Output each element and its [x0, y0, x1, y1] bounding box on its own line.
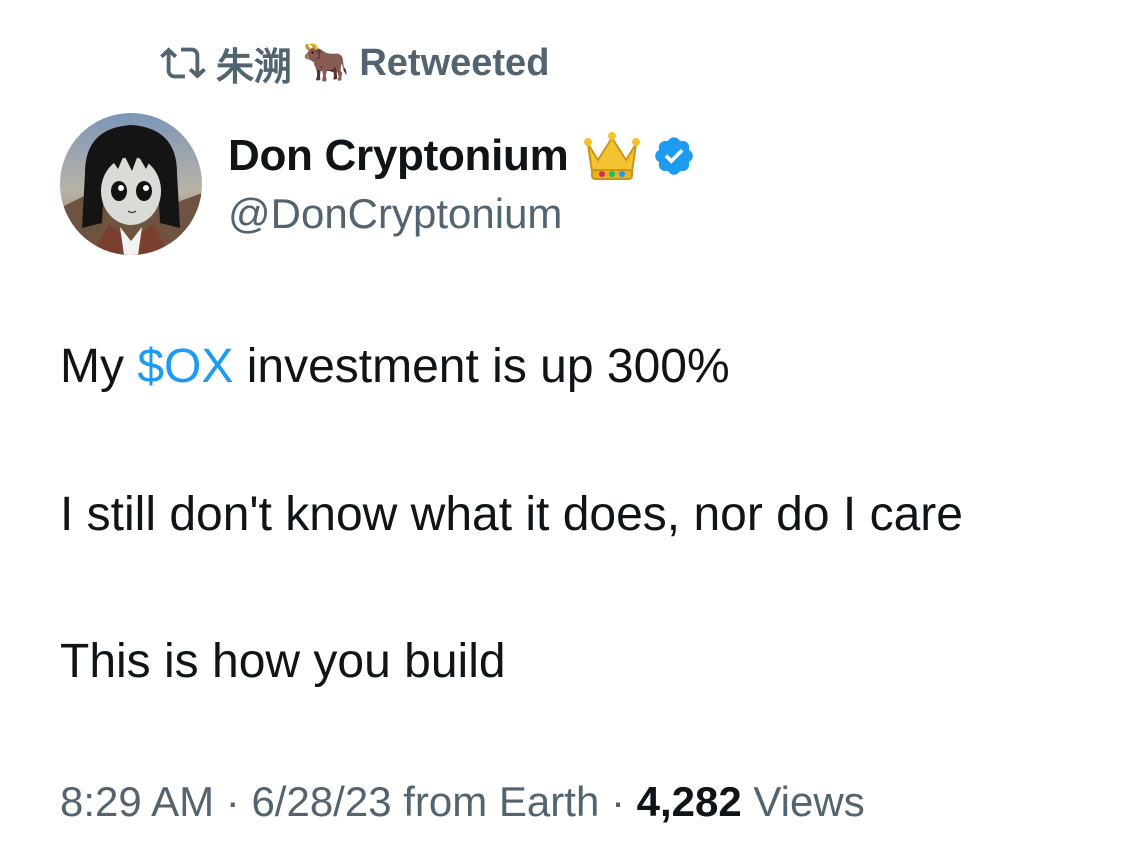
meta-separator: ·	[214, 778, 252, 825]
ox-emoji: 🐂	[302, 42, 350, 84]
author-block: Don Cryptonium @DonCryptonium	[228, 128, 696, 238]
verified-badge-icon[interactable]	[652, 134, 696, 178]
tweet-time[interactable]: 8:29 AM	[60, 778, 214, 825]
tweet-line-1: My $OX investment is up 300%	[60, 337, 730, 397]
cashtag-link[interactable]: $OX	[137, 340, 233, 393]
tweet-line-2: I still don't know what it does, nor do …	[60, 488, 963, 541]
meta-separator: ·	[599, 778, 637, 825]
tweet-line-3: This is how you build	[60, 635, 506, 688]
views-label: Views	[741, 778, 865, 825]
tweet-meta: 8:29 AM · 6/28/23 from Earth · 4,282 Vie…	[60, 778, 865, 826]
crown-icon	[582, 130, 642, 182]
views-count[interactable]: 4,282	[637, 778, 742, 825]
retweet-context[interactable]: 朱溯 🐂 Retweeted	[160, 36, 550, 91]
retweet-icon	[160, 40, 206, 86]
author-name-row: Don Cryptonium	[228, 128, 696, 184]
user-handle[interactable]: @DonCryptonium	[228, 190, 696, 238]
tweet-date[interactable]: 6/28/23	[251, 778, 391, 825]
retweeter-name[interactable]: 朱溯	[216, 36, 292, 91]
avatar[interactable]	[60, 113, 202, 255]
tweet-source: from Earth	[391, 778, 600, 825]
retweeted-label: Retweeted	[359, 41, 550, 84]
tweet-line-1-suffix: investment is up 300%	[233, 340, 730, 393]
tweet-line-1-prefix: My	[60, 340, 138, 393]
display-name[interactable]: Don Cryptonium	[228, 131, 569, 181]
